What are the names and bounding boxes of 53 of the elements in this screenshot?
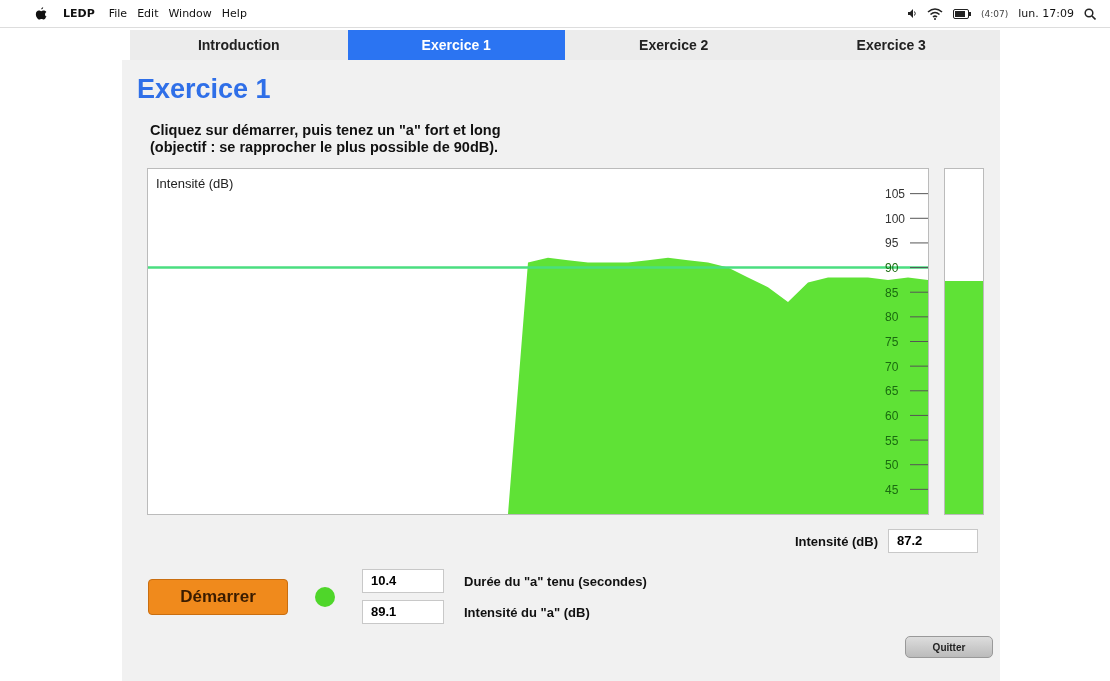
tick-mark — [909, 242, 928, 244]
result-label: Intensité du "a" (dB) — [464, 604, 590, 620]
tick-label: 50 — [885, 458, 899, 473]
tick-mark — [909, 414, 928, 416]
quit-button[interactable]: Quitter — [905, 636, 993, 658]
tick-label: 100 — [885, 211, 906, 226]
tab[interactable]: Exercice 1 — [347, 30, 565, 60]
apple-logo-icon[interactable] — [35, 6, 47, 21]
tick-mark — [909, 365, 928, 367]
menu-item[interactable]: Window — [168, 7, 212, 20]
tick-mark — [909, 341, 928, 342]
battery-icon[interactable] — [953, 8, 972, 19]
tick-label: 70 — [885, 359, 899, 374]
start-button[interactable]: Démarrer — [148, 578, 288, 615]
instruction-text: (objectif : se rapprocher le plus possible de 90dB). — [150, 139, 500, 156]
tick-label: 55 — [885, 433, 899, 448]
tick-label: 105 — [885, 187, 906, 202]
tick-mark — [909, 267, 928, 269]
menu-item[interactable]: Edit — [137, 7, 159, 20]
tick-mark — [909, 390, 928, 392]
app-menu[interactable]: LEDP — [63, 7, 95, 20]
tick-label: 85 — [885, 285, 899, 300]
tick-mark — [909, 439, 928, 441]
tick-label: 75 — [885, 335, 899, 349]
tick-mark — [909, 316, 928, 318]
page-title: Exercice 1 — [137, 74, 272, 106]
tick-label: 45 — [885, 482, 899, 497]
result-field[interactable]: 10.4 — [362, 569, 444, 593]
speaker-icon[interactable] — [908, 9, 918, 18]
intensity-label: Intensité (dB) — [794, 533, 878, 549]
intensity-field[interactable]: 87.2 — [888, 529, 978, 553]
instruction-text: Cliquez sur démarrer, puis tenez un "a" fort et long — [150, 122, 502, 139]
result-label: Durée du "a" tenu (secondes) — [464, 573, 647, 589]
tick-mark — [909, 193, 928, 195]
wifi-icon[interactable] — [927, 7, 944, 20]
tick-mark — [909, 488, 928, 490]
battery-time: (4:07) — [981, 8, 1009, 19]
search-icon[interactable] — [1084, 7, 1096, 20]
tick-mark — [909, 291, 928, 293]
tick-mark — [909, 217, 928, 219]
tick-label: 65 — [885, 384, 899, 399]
tick-mark — [909, 464, 928, 466]
result-field[interactable]: 89.1 — [362, 600, 444, 624]
tick-label: 60 — [885, 408, 899, 423]
tick-label: 95 — [885, 236, 899, 251]
tab[interactable]: Exercice 3 — [782, 30, 1000, 60]
tab[interactable]: Introduction — [130, 30, 348, 60]
tick-label: 80 — [885, 310, 899, 325]
tab[interactable]: Exercice 2 — [565, 30, 783, 60]
menu-item[interactable]: File — [108, 7, 128, 20]
axis-label: Intensité (dB) — [156, 176, 234, 191]
clock[interactable]: lun. 17:09 — [1018, 7, 1074, 20]
menu-item[interactable]: Help — [221, 7, 247, 20]
